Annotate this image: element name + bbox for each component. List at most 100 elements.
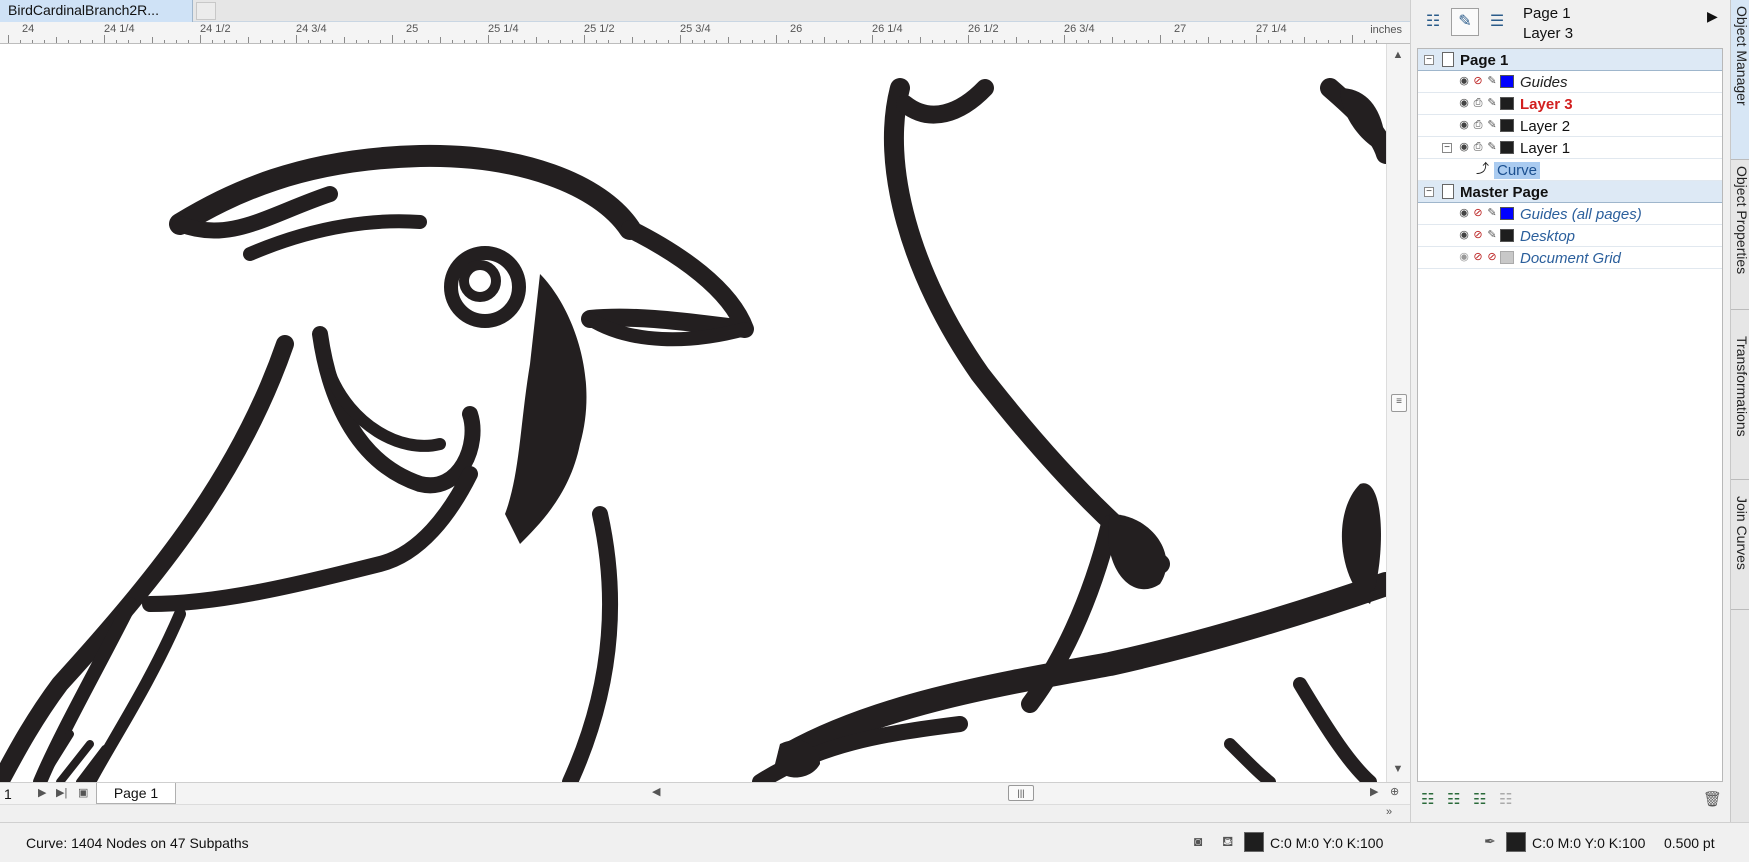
layer-row-guides-all-pages[interactable]: ◉ ⊘ ✎ Guides (all pages): [1418, 203, 1722, 225]
collapse-icon[interactable]: −: [1442, 143, 1452, 153]
layer-color-swatch[interactable]: [1500, 251, 1514, 264]
status-bar: Curve: 1404 Nodes on 47 Subpaths ◙ ⛾ C:0…: [0, 822, 1749, 862]
ruler-tick: [680, 35, 681, 43]
ruler-tick: [1124, 40, 1125, 43]
layer-manager-view-icon[interactable]: ☰: [1483, 8, 1511, 36]
edit-pencil-icon[interactable]: ✎: [1486, 75, 1498, 87]
printer-icon[interactable]: ⎙: [1472, 97, 1484, 109]
layer-row-layer-2[interactable]: ◉ ⎙ ✎ Layer 2: [1418, 115, 1722, 137]
visibility-eye-icon[interactable]: ◉: [1458, 229, 1470, 241]
layer-color-swatch[interactable]: [1500, 97, 1514, 110]
layer-color-swatch[interactable]: [1500, 119, 1514, 132]
locked-edit-icon[interactable]: ⊘: [1486, 251, 1498, 263]
ruler-tick: [284, 40, 285, 43]
no-print-icon[interactable]: ⊘: [1472, 75, 1484, 87]
color-proof-icon[interactable]: ◙: [1194, 833, 1202, 849]
edit-across-layers-icon[interactable]: ✎: [1451, 8, 1479, 36]
ruler-label: 27 1/4: [1256, 23, 1287, 35]
ruler-tick: [848, 40, 849, 43]
visibility-eye-icon[interactable]: ◉: [1458, 119, 1470, 131]
tab-object-properties[interactable]: Object Properties: [1731, 160, 1749, 310]
drawing-canvas[interactable]: [0, 44, 1386, 782]
ruler-label: 24 1/2: [200, 23, 231, 35]
new-master-layer-icon[interactable]: ☷: [1447, 790, 1460, 808]
ruler-tick: [416, 40, 417, 43]
layer-row-desktop[interactable]: ◉ ⊘ ✎ Desktop: [1418, 225, 1722, 247]
ruler-tick: [380, 40, 381, 43]
layer-label: Layer 2: [1520, 118, 1571, 135]
no-print-icon[interactable]: ⊘: [1472, 229, 1484, 241]
top-right-blob: [1340, 88, 1386, 154]
outline-color-text: C:0 M:0 Y:0 K:100: [1532, 835, 1646, 851]
horizontal-ruler[interactable]: 24 24 1/4 24 1/2 24 3/4 25 25 1/4 25 1/2…: [0, 22, 1410, 44]
new-master-layer-odd-icon[interactable]: ☷: [1473, 790, 1486, 808]
visibility-eye-icon[interactable]: ◉: [1458, 97, 1470, 109]
visibility-eye-icon[interactable]: ◉: [1458, 75, 1470, 87]
no-print-icon[interactable]: ⊘: [1472, 251, 1484, 263]
tree-master-page[interactable]: − Master Page: [1418, 181, 1722, 203]
printer-icon[interactable]: ⎙: [1472, 119, 1484, 131]
edit-pencil-icon[interactable]: ✎: [1486, 119, 1498, 131]
no-print-icon[interactable]: ⊘: [1472, 207, 1484, 219]
printer-icon[interactable]: ⎙: [1472, 141, 1484, 153]
object-row-curve[interactable]: ⤴ Curve: [1418, 159, 1722, 181]
scroll-left-icon[interactable]: ◀: [652, 785, 660, 798]
scroll-right-icon[interactable]: ▶: [1370, 785, 1378, 798]
next-page-icon[interactable]: ▶: [38, 786, 46, 799]
ruler-tick: [1004, 40, 1005, 43]
visibility-eye-icon[interactable]: ◉: [1458, 251, 1470, 263]
layer-row-document-grid[interactable]: ◉ ⊘ ⊘ Document Grid: [1418, 247, 1722, 269]
layer-color-swatch[interactable]: [1500, 141, 1514, 154]
tab-join-curves[interactable]: Join Curves: [1731, 490, 1749, 610]
outline-pen-icon[interactable]: ✒: [1484, 833, 1496, 850]
cardinal-artwork[interactable]: [0, 44, 1386, 782]
ruler-tick: [704, 40, 705, 43]
new-master-layer-even-icon[interactable]: ☷: [1499, 790, 1512, 808]
visibility-eye-icon[interactable]: ◉: [1458, 207, 1470, 219]
fill-swatch[interactable]: [1244, 832, 1264, 852]
scroll-down-icon[interactable]: ▼: [1387, 760, 1409, 778]
layer-color-swatch[interactable]: [1500, 75, 1514, 88]
ruler-tick: [200, 35, 201, 43]
docker-menu-arrow-icon[interactable]: ▶: [1707, 8, 1718, 25]
ruler-tick: [1328, 40, 1329, 43]
new-layer-icon[interactable]: ☷: [1421, 790, 1434, 808]
layer-row-layer-3[interactable]: ◉ ⎙ ✎ Layer 3: [1418, 93, 1722, 115]
delete-icon[interactable]: 🗑: [1703, 790, 1722, 808]
edit-pencil-icon[interactable]: ✎: [1486, 207, 1498, 219]
ruler-tick: [980, 40, 981, 43]
layer-row-layer-1[interactable]: − ◉ ⎙ ✎ Layer 1: [1418, 137, 1722, 159]
last-page-icon[interactable]: ▶|: [56, 786, 67, 799]
tab-transformations[interactable]: Transformations: [1731, 330, 1749, 480]
tree-page-1[interactable]: − Page 1: [1418, 49, 1722, 71]
collapse-icon[interactable]: −: [1424, 187, 1434, 197]
outline-swatch[interactable]: [1506, 832, 1526, 852]
layer-color-swatch[interactable]: [1500, 229, 1514, 242]
fill-bucket-icon[interactable]: ⛾: [1222, 833, 1233, 852]
scroll-up-icon[interactable]: ▲: [1387, 46, 1409, 64]
visibility-eye-icon[interactable]: ◉: [1458, 141, 1470, 153]
scroll-thumb[interactable]: ≡: [1391, 394, 1407, 412]
horizontal-scrollbar[interactable]: ◀ ||| ▶: [640, 785, 1380, 802]
ruler-tick: [1220, 40, 1221, 43]
branch-arc: [883, 78, 1170, 574]
vertical-scrollbar[interactable]: ▲ ≡ ▼: [1386, 44, 1410, 782]
object-label[interactable]: Curve: [1494, 162, 1541, 179]
show-properties-icon[interactable]: ☷: [1419, 8, 1447, 36]
edit-pencil-icon[interactable]: ✎: [1486, 141, 1498, 153]
ruler-tick: [992, 40, 993, 43]
ruler-tick: [1256, 35, 1257, 43]
document-tab[interactable]: BirdCardinalBranch2R...: [0, 0, 193, 22]
expand-arrows-icon[interactable]: »: [1386, 806, 1392, 818]
scroll-thumb[interactable]: |||: [1008, 785, 1034, 801]
layer-color-swatch[interactable]: [1500, 207, 1514, 220]
new-tab-button[interactable]: [196, 2, 216, 20]
tab-object-manager[interactable]: Object Manager: [1731, 0, 1749, 160]
page-tab[interactable]: Page 1: [96, 783, 176, 804]
edit-pencil-icon[interactable]: ✎: [1486, 97, 1498, 109]
layer-row-guides[interactable]: ◉ ⊘ ✎ Guides: [1418, 71, 1722, 93]
edit-pencil-icon[interactable]: ✎: [1486, 229, 1498, 241]
zoom-icon[interactable]: ⊕: [1390, 785, 1399, 798]
collapse-icon[interactable]: −: [1424, 55, 1434, 65]
add-page-icon[interactable]: ▣: [78, 786, 88, 799]
